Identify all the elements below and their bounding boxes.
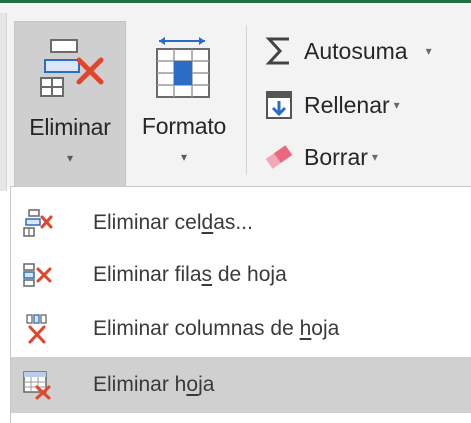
fill-label: Rellenar (304, 91, 390, 118)
menu-item-delete-rows[interactable]: Eliminar filas de hoja (11, 247, 471, 303)
menu-item-label: Eliminar columnas de hoja (93, 317, 340, 340)
chevron-down-icon: ▾ (180, 150, 188, 164)
menu-item-label: Eliminar filas de hoja (93, 263, 287, 286)
autosum-button[interactable]: Autosuma ▾ (262, 29, 432, 73)
delete-cells-icon (21, 207, 53, 239)
format-cells-icon (156, 37, 210, 98)
delete-button[interactable]: Eliminar ▾ (14, 21, 126, 191)
menu-item-label: Eliminar hoja (93, 373, 215, 396)
ribbon-left-edge (0, 13, 7, 191)
sigma-icon (262, 34, 296, 68)
ribbon-separator (246, 25, 247, 175)
menu-item-delete-sheet[interactable]: Eliminar hoja (11, 357, 471, 413)
autosum-label: Autosuma (304, 37, 408, 64)
fill-down-icon (262, 88, 296, 122)
ribbon: Eliminar ▾ Formato ▾ Autosuma ▾ Rellenar… (0, 0, 471, 191)
menu-item-delete-columns[interactable]: Eliminar columnas de hoja (11, 301, 471, 357)
delete-rows-icon (21, 259, 53, 291)
chevron-down-icon: ▾ (371, 150, 378, 164)
delete-dropdown-menu: Eliminar celdas... Eliminar filas de hoj… (10, 186, 471, 423)
delete-button-label: Eliminar (29, 114, 111, 140)
format-button-label: Formato (141, 113, 227, 139)
clear-button[interactable]: Borrar ▾ (262, 135, 378, 179)
menu-item-label: Eliminar celdas... (93, 211, 253, 234)
eraser-icon (262, 140, 296, 174)
chevron-down-icon: ▾ (66, 151, 74, 165)
fill-button[interactable]: Rellenar ▾ (262, 83, 400, 127)
chevron-down-icon: ▾ (393, 98, 400, 112)
delete-cells-icon (40, 39, 104, 97)
chevron-down-icon: ▾ (425, 44, 432, 58)
delete-columns-icon (21, 313, 53, 345)
format-button[interactable]: Formato ▾ (128, 21, 240, 191)
clear-label: Borrar (304, 143, 368, 170)
delete-sheet-icon (21, 369, 53, 401)
menu-item-delete-cells[interactable]: Eliminar celdas... (11, 195, 471, 251)
